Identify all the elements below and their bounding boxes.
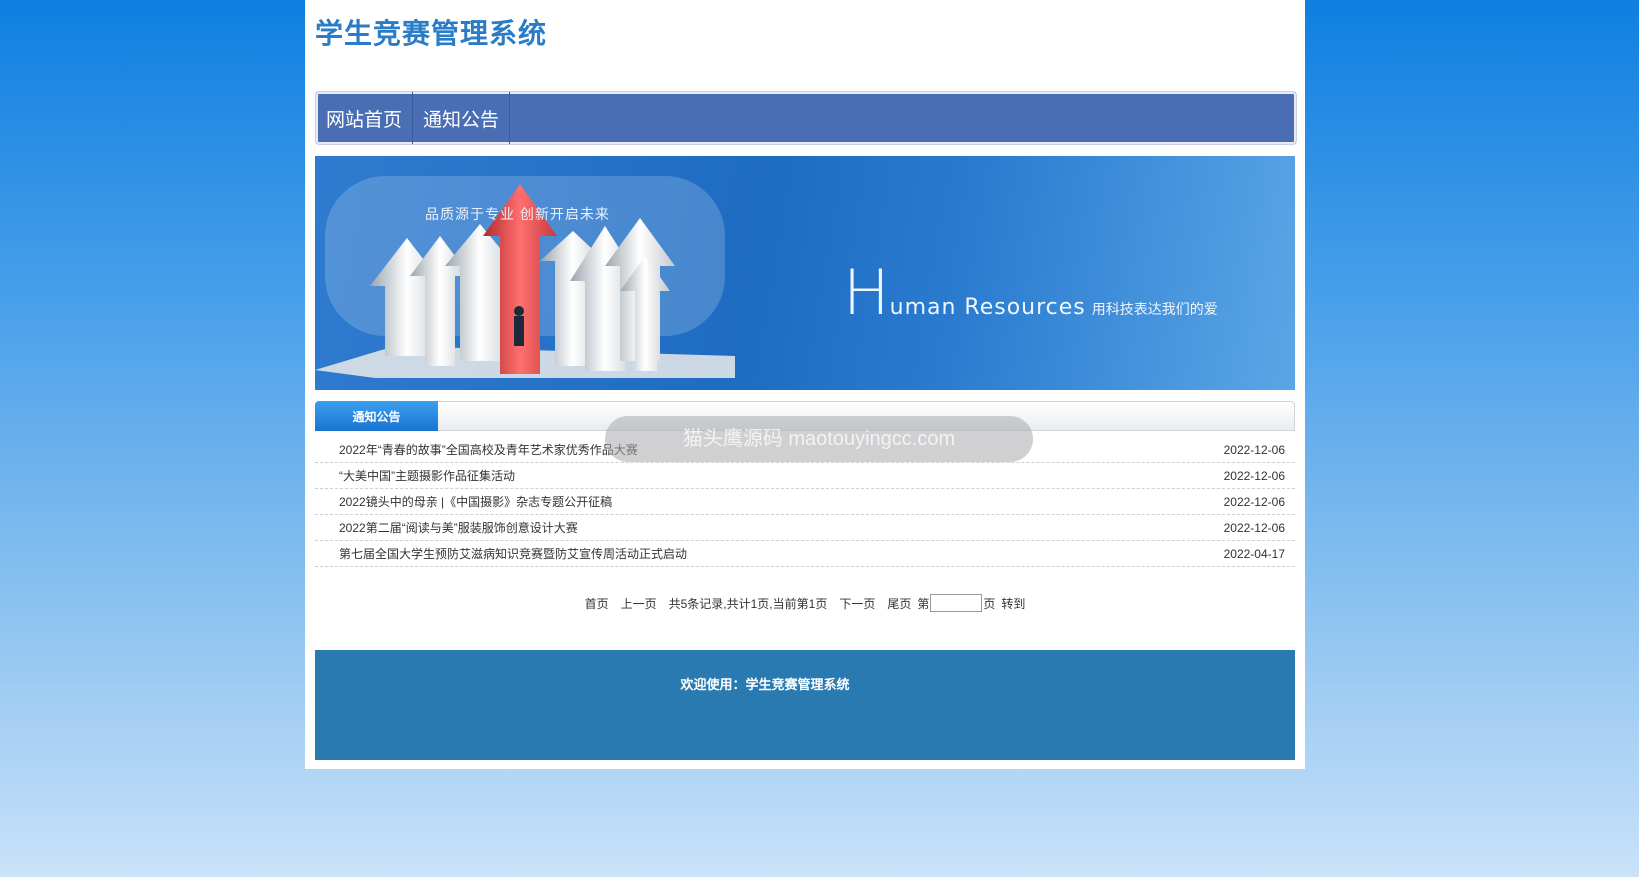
banner-headline-rest: uman Resources [889,295,1086,320]
next-page-link[interactable]: 下一页 [839,595,875,612]
prev-page-link[interactable]: 上一页 [621,595,657,612]
page-prefix-label: 第 [917,596,930,611]
banner-image: 品质源于专业 创新开启未来 Human Resources 用科技表达我们的爱 [315,156,1295,390]
site-title: 学生竞赛管理系统 [315,18,548,49]
page-number-input[interactable] [930,594,983,612]
list-item[interactable]: 2022第二届“阅读与美”服装服饰创意设计大赛 2022-12-06 [315,515,1295,541]
notice-title[interactable]: 第七届全国大学生预防艾滋病知识竞赛暨防艾宣传周活动正式启动 [339,545,687,562]
notice-date: 2022-12-06 [1223,520,1285,535]
list-item[interactable]: 第七届全国大学生预防艾滋病知识竞赛暨防艾宣传周活动正式启动 2022-04-17 [315,541,1295,567]
notice-date: 2022-12-06 [1223,494,1285,509]
tab-notices[interactable]: 通知公告 [315,401,438,431]
banner-headline-cn: 用科技表达我们的爱 [1091,302,1218,318]
main-nav: 网站首页 通知公告 [315,91,1297,145]
list-item[interactable]: “大美中国”主题摄影作品征集活动 2022-12-06 [315,463,1295,489]
notice-date: 2022-12-06 [1223,442,1285,457]
list-item[interactable]: 2022镜头中的母亲 |《中国摄影》杂志专题公开征稿 2022-12-06 [315,489,1295,515]
pagination-info: 共5条记录,共计1页,当前第1页 [668,596,828,611]
pagination: 首页 上一页 共5条记录,共计1页,当前第1页 下一页 尾页 第 页 转到 [305,594,1305,612]
banner-slogan: 品质源于专业 创新开启未来 [425,206,610,222]
watermark-overlay: 猫头鹰源码 maotouyingcc.com [605,416,1033,462]
first-page-link[interactable]: 首页 [585,595,609,612]
footer: 欢迎使用：学生竞赛管理系统 [315,650,1295,760]
page-suffix-label: 页 [983,596,996,611]
notice-date: 2022-04-17 [1223,546,1285,561]
banner-headline-initial: H [843,256,890,329]
last-page-link[interactable]: 尾页 [887,595,911,612]
goto-page-link[interactable]: 转到 [1001,595,1025,612]
page-container: 学生竞赛管理系统 网站首页 通知公告 品质源于专业 创新开启未来 Human R… [305,0,1305,769]
nav-item-home[interactable]: 网站首页 [316,92,414,144]
notice-title[interactable]: “大美中国”主题摄影作品征集活动 [339,467,515,484]
banner-headline: Human Resources 用科技表达我们的爱 [843,256,1218,329]
notice-title[interactable]: 2022镜头中的母亲 |《中国摄影》杂志专题公开征稿 [339,493,612,510]
notice-date: 2022-12-06 [1223,468,1285,483]
notice-title[interactable]: 2022年“青春的故事”全国高校及青年艺术家优秀作品大赛 [339,441,638,458]
nav-item-notices[interactable]: 通知公告 [413,92,511,144]
footer-text: 欢迎使用：学生竞赛管理系统 [680,677,850,692]
notice-title[interactable]: 2022第二届“阅读与美”服装服饰创意设计大赛 [339,519,578,536]
